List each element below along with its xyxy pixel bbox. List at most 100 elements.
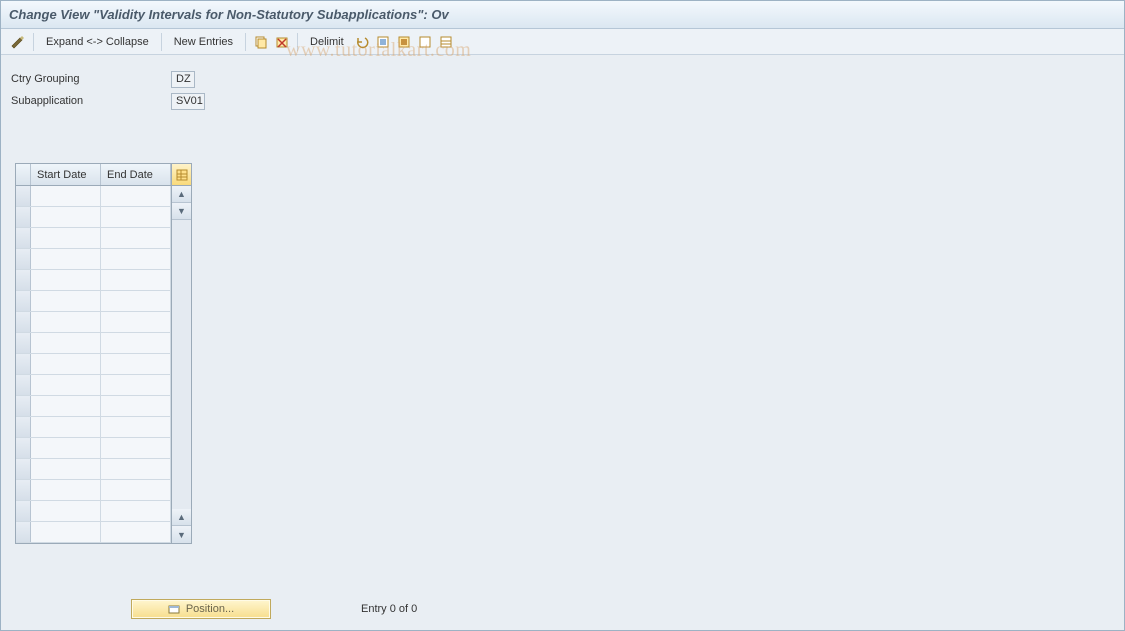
row-selector[interactable] bbox=[16, 480, 31, 500]
cell-start-date[interactable] bbox=[31, 354, 101, 374]
table-settings-icon[interactable] bbox=[172, 164, 191, 186]
new-entries-button[interactable]: New Entries bbox=[168, 34, 239, 50]
deselect-all-icon[interactable] bbox=[416, 33, 434, 51]
table-row[interactable] bbox=[16, 333, 171, 354]
cell-end-date[interactable] bbox=[101, 396, 171, 416]
table-row[interactable] bbox=[16, 270, 171, 291]
subapplication-field[interactable]: SV01 bbox=[171, 93, 205, 110]
cell-start-date[interactable] bbox=[31, 291, 101, 311]
col-header-start[interactable]: Start Date bbox=[31, 164, 101, 185]
expand-collapse-button[interactable]: Expand <-> Collapse bbox=[40, 34, 155, 50]
cell-start-date[interactable] bbox=[31, 228, 101, 248]
row-selector[interactable] bbox=[16, 228, 31, 248]
select-all-rows-button[interactable] bbox=[16, 164, 31, 185]
row-selector[interactable] bbox=[16, 270, 31, 290]
col-header-end[interactable]: End Date bbox=[101, 164, 171, 185]
cell-end-date[interactable] bbox=[101, 480, 171, 500]
toggle-display-change-icon[interactable] bbox=[9, 33, 27, 51]
position-icon bbox=[168, 603, 180, 615]
cell-start-date[interactable] bbox=[31, 375, 101, 395]
table-row[interactable] bbox=[16, 312, 171, 333]
date-grid: Start Date End Date bbox=[15, 163, 172, 544]
row-selector[interactable] bbox=[16, 291, 31, 311]
scroll-down-button[interactable]: ▼ bbox=[172, 526, 191, 543]
cell-start-date[interactable] bbox=[31, 186, 101, 206]
cell-end-date[interactable] bbox=[101, 186, 171, 206]
title-bar: Change View "Validity Intervals for Non-… bbox=[1, 1, 1124, 29]
row-selector[interactable] bbox=[16, 375, 31, 395]
cell-start-date[interactable] bbox=[31, 270, 101, 290]
row-selector[interactable] bbox=[16, 312, 31, 332]
cell-end-date[interactable] bbox=[101, 501, 171, 521]
table-row[interactable] bbox=[16, 249, 171, 270]
scroll-up-button[interactable]: ▲ bbox=[172, 186, 191, 203]
row-selector[interactable] bbox=[16, 207, 31, 227]
row-selector[interactable] bbox=[16, 459, 31, 479]
cell-start-date[interactable] bbox=[31, 459, 101, 479]
footer: Position... Entry 0 of 0 bbox=[1, 598, 1124, 620]
cell-start-date[interactable] bbox=[31, 396, 101, 416]
cell-end-date[interactable] bbox=[101, 354, 171, 374]
cell-end-date[interactable] bbox=[101, 312, 171, 332]
cell-start-date[interactable] bbox=[31, 417, 101, 437]
subapplication-label: Subapplication bbox=[11, 95, 171, 107]
row-selector[interactable] bbox=[16, 249, 31, 269]
table-row[interactable] bbox=[16, 522, 171, 543]
grid-body bbox=[16, 186, 171, 543]
table-row[interactable] bbox=[16, 396, 171, 417]
position-button[interactable]: Position... bbox=[131, 599, 271, 619]
cell-end-date[interactable] bbox=[101, 270, 171, 290]
table-row[interactable] bbox=[16, 459, 171, 480]
cell-start-date[interactable] bbox=[31, 312, 101, 332]
cell-start-date[interactable] bbox=[31, 249, 101, 269]
cell-end-date[interactable] bbox=[101, 459, 171, 479]
cell-end-date[interactable] bbox=[101, 375, 171, 395]
scroll-track[interactable] bbox=[172, 220, 191, 509]
cell-start-date[interactable] bbox=[31, 207, 101, 227]
cell-end-date[interactable] bbox=[101, 522, 171, 542]
table-row[interactable] bbox=[16, 291, 171, 312]
cell-end-date[interactable] bbox=[101, 438, 171, 458]
table-row[interactable] bbox=[16, 438, 171, 459]
cell-start-date[interactable] bbox=[31, 333, 101, 353]
undo-change-icon[interactable] bbox=[353, 33, 371, 51]
table-row[interactable] bbox=[16, 228, 171, 249]
cell-start-date[interactable] bbox=[31, 480, 101, 500]
cell-end-date[interactable] bbox=[101, 207, 171, 227]
table-row[interactable] bbox=[16, 375, 171, 396]
table-row[interactable] bbox=[16, 417, 171, 438]
cell-end-date[interactable] bbox=[101, 249, 171, 269]
cell-end-date[interactable] bbox=[101, 228, 171, 248]
table-row[interactable] bbox=[16, 186, 171, 207]
cell-end-date[interactable] bbox=[101, 333, 171, 353]
table-row[interactable] bbox=[16, 207, 171, 228]
ctry-grouping-field[interactable]: DZ bbox=[171, 71, 195, 88]
grid-header: Start Date End Date bbox=[16, 164, 171, 186]
scroll-down-one-button[interactable]: ▼ bbox=[172, 203, 191, 220]
table-row[interactable] bbox=[16, 480, 171, 501]
delete-icon[interactable] bbox=[273, 33, 291, 51]
row-selector[interactable] bbox=[16, 396, 31, 416]
scroll-up-one-button[interactable]: ▲ bbox=[172, 509, 191, 526]
row-selector[interactable] bbox=[16, 417, 31, 437]
row-selector[interactable] bbox=[16, 501, 31, 521]
subapplication-row: Subapplication SV01 bbox=[11, 91, 1114, 111]
cell-start-date[interactable] bbox=[31, 501, 101, 521]
table-row[interactable] bbox=[16, 354, 171, 375]
row-selector[interactable] bbox=[16, 186, 31, 206]
select-block-icon[interactable] bbox=[395, 33, 413, 51]
row-selector[interactable] bbox=[16, 354, 31, 374]
table-row[interactable] bbox=[16, 501, 171, 522]
row-selector[interactable] bbox=[16, 522, 31, 542]
select-all-icon[interactable] bbox=[374, 33, 392, 51]
copy-as-icon[interactable] bbox=[252, 33, 270, 51]
delimit-button[interactable]: Delimit bbox=[304, 34, 350, 50]
config-columns-icon[interactable] bbox=[437, 33, 455, 51]
cell-start-date[interactable] bbox=[31, 438, 101, 458]
cell-end-date[interactable] bbox=[101, 291, 171, 311]
cell-start-date[interactable] bbox=[31, 522, 101, 542]
row-selector[interactable] bbox=[16, 438, 31, 458]
grid-side: ▲ ▼ ▲ ▼ bbox=[172, 163, 192, 544]
row-selector[interactable] bbox=[16, 333, 31, 353]
cell-end-date[interactable] bbox=[101, 417, 171, 437]
